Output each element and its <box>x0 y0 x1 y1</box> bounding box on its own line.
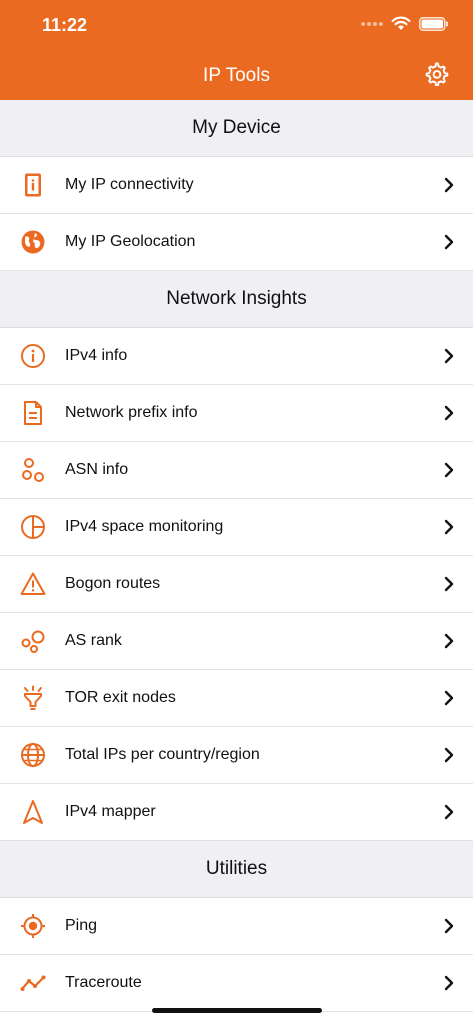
target-icon <box>20 913 46 939</box>
row-label: My IP connectivity <box>65 176 194 193</box>
section-header-my-device: My Device <box>0 100 473 157</box>
globe-outline-icon <box>20 742 46 768</box>
row-label: Network prefix info <box>65 404 198 421</box>
section-header-utilities: Utilities <box>0 841 473 898</box>
navigation-arrow-icon <box>20 799 46 825</box>
chevron-right-icon <box>444 975 454 991</box>
row-label: My IP Geolocation <box>65 233 196 250</box>
tools-list: My Device My IP connectivity My IP Geolo… <box>0 100 473 1012</box>
row-network-prefix-info[interactable]: Network prefix info <box>0 385 473 442</box>
lamp-icon <box>20 685 46 711</box>
row-my-ip-connectivity[interactable]: My IP connectivity <box>0 157 473 214</box>
row-tor-exit-nodes[interactable]: TOR exit nodes <box>0 670 473 727</box>
row-bogon-routes[interactable]: Bogon routes <box>0 556 473 613</box>
info-circle-icon <box>20 343 46 369</box>
bubbles-icon <box>20 628 46 654</box>
chevron-right-icon <box>444 519 454 535</box>
globe-filled-icon <box>20 229 46 255</box>
pie-chart-icon <box>20 514 46 540</box>
gear-icon[interactable] <box>425 62 449 86</box>
row-ipv4-space-monitoring[interactable]: IPv4 space monitoring <box>0 499 473 556</box>
row-ipv4-info[interactable]: IPv4 info <box>0 328 473 385</box>
row-label: IPv4 info <box>65 347 128 364</box>
nodes-icon <box>20 457 46 483</box>
row-label: Traceroute <box>65 974 142 991</box>
row-as-rank[interactable]: AS rank <box>0 613 473 670</box>
row-label: Ping <box>65 917 98 934</box>
row-asn-info[interactable]: ASN info <box>0 442 473 499</box>
row-my-ip-geolocation[interactable]: My IP Geolocation <box>0 214 473 271</box>
chevron-right-icon <box>444 918 454 934</box>
row-label: IPv4 mapper <box>65 803 156 820</box>
row-label: IPv4 space monitoring <box>65 518 224 535</box>
signal-icon <box>361 21 383 26</box>
chevron-right-icon <box>444 405 454 421</box>
row-label: Total IPs per country/region <box>65 746 260 763</box>
section-header-network-insights: Network Insights <box>0 271 473 328</box>
chevron-right-icon <box>444 234 454 250</box>
row-label: ASN info <box>65 461 129 478</box>
chevron-right-icon <box>444 633 454 649</box>
chevron-right-icon <box>444 462 454 478</box>
chevron-right-icon <box>444 348 454 364</box>
phone-info-icon <box>20 172 46 198</box>
row-traceroute[interactable]: Traceroute <box>0 955 473 1012</box>
wifi-icon <box>391 16 411 30</box>
chevron-right-icon <box>444 804 454 820</box>
warning-icon <box>20 571 46 597</box>
route-line-icon <box>20 970 46 996</box>
chevron-right-icon <box>444 747 454 763</box>
row-ipv4-mapper[interactable]: IPv4 mapper <box>0 784 473 841</box>
row-label: TOR exit nodes <box>65 689 176 706</box>
home-indicator[interactable] <box>152 1008 322 1013</box>
row-label: Bogon routes <box>65 575 161 592</box>
status-indicators <box>361 16 449 31</box>
navigation-bar: 11:22 IP Tools <box>0 0 473 100</box>
document-icon <box>20 400 46 426</box>
row-label: AS rank <box>65 632 122 649</box>
row-total-ips-per-country[interactable]: Total IPs per country/region <box>0 727 473 784</box>
chevron-right-icon <box>444 690 454 706</box>
status-time: 11:22 <box>42 15 88 35</box>
battery-icon <box>419 16 448 31</box>
row-ping[interactable]: Ping <box>0 898 473 955</box>
chevron-right-icon <box>444 177 454 193</box>
page-title: IP Tools <box>203 65 270 86</box>
chevron-right-icon <box>444 576 454 592</box>
